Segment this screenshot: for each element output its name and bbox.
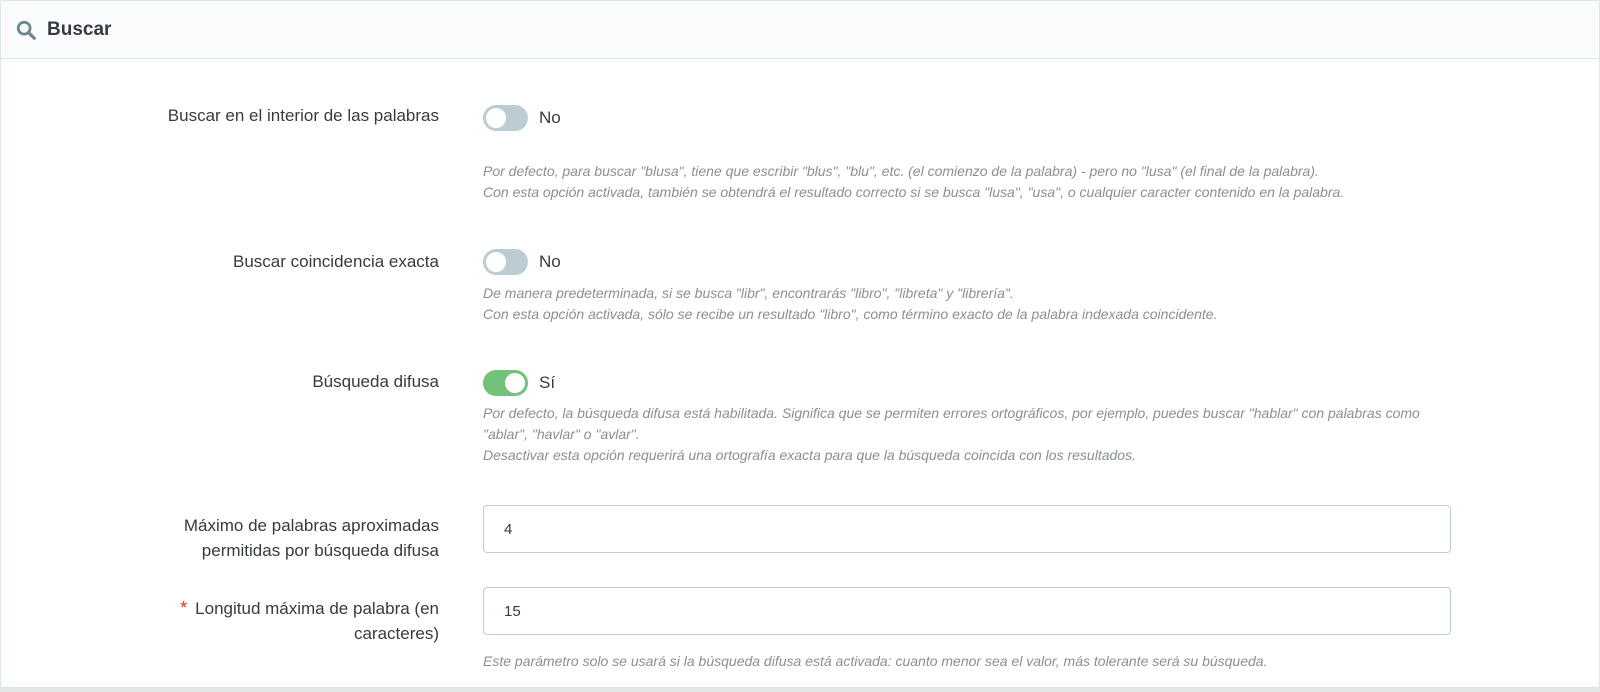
max-word-length-help: Este parámetro solo se usará si la búsqu… [483,653,1268,669]
exact-match-toggle[interactable] [483,249,528,275]
inner-word-label: Buscar en el interior de las palabras [167,106,439,125]
max-approx-words-input[interactable] [483,505,1451,553]
inner-word-state: No [539,108,561,127]
help-line: Desactivar esta opción requerirá una ort… [483,447,1136,463]
inner-word-help: Por defecto, para buscar "blusa", tiene … [483,161,1463,203]
inner-word-toggle[interactable] [483,105,528,131]
panel-title: Buscar [47,18,112,40]
help-line: De manera predeterminada, si se busca "l… [483,285,1014,301]
help-line: Con esta opción activada, también se obt… [483,184,1345,200]
help-line: Por defecto, la búsqueda difusa está hab… [483,405,1420,442]
max-approx-words-label: Máximo de palabras aproximadas permitida… [183,516,439,560]
help-line: Con esta opción activada, sólo se recibe… [483,306,1218,322]
exact-match-help: De manera predeterminada, si se busca "l… [483,283,1463,325]
exact-match-state: No [539,252,561,271]
fuzzy-label: Búsqueda difusa [312,372,439,391]
max-word-length-label-text: Longitud máxima de palabra (en caractere… [195,599,439,643]
search-settings-panel: Buscar Buscar en el interior de las pala… [0,0,1600,688]
exact-match-label: Buscar coincidencia exacta [232,252,439,271]
fuzzy-toggle[interactable] [483,370,528,396]
page-background-strip [0,688,1600,692]
max-word-length-label: * Longitud máxima de palabra (en caracter… [119,596,439,646]
search-icon [16,20,36,40]
help-line: Por defecto, para buscar "blusa", tiene … [483,163,1319,179]
max-word-length-input[interactable] [483,587,1451,635]
fuzzy-help: Por defecto, la búsqueda difusa está hab… [483,403,1463,466]
toggle-knob [505,373,525,393]
fuzzy-state: Sí [539,373,556,392]
toggle-knob [486,108,506,128]
panel-header: Buscar [1,1,1599,59]
toggle-knob [486,252,506,272]
required-marker: * [180,598,188,618]
